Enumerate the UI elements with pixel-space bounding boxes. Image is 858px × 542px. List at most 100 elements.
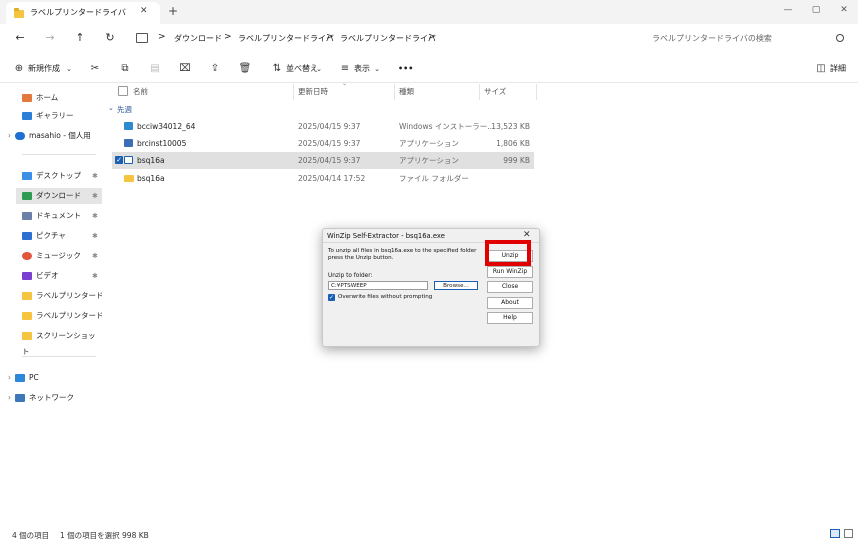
divider (22, 356, 96, 357)
file-row[interactable]: brcinst10005 2025/04/15 9:37 アプリケーション 1,… (112, 135, 534, 152)
tab-label-printer-driver[interactable]: ラベルプリンタードライバ ✕ (6, 2, 160, 24)
sidebar-item-pc[interactable]: › PC (8, 370, 104, 386)
breadcrumb-folder1[interactable]: ラベルプリンタードライバ (238, 33, 334, 44)
tab-close-icon[interactable]: ✕ (140, 6, 148, 16)
group-header-last-week[interactable]: 先週 (117, 104, 132, 115)
sidebar-item-network[interactable]: › ネットワーク (8, 390, 104, 406)
folder-icon (14, 8, 24, 18)
unzip-highlight-box (485, 240, 531, 266)
sidebar-item-home[interactable]: ホーム (22, 90, 100, 106)
view-button[interactable]: 表示 (354, 62, 370, 76)
selection-info: 1 個の項目を選択 998 KB (60, 531, 149, 540)
home-icon (22, 94, 32, 102)
monitor-icon (136, 33, 148, 43)
column-header-size[interactable]: サイズ (484, 86, 506, 98)
pin-icon: ✱ (92, 212, 98, 220)
new-button[interactable]: 新規作成 (28, 62, 60, 76)
music-icon (22, 252, 32, 260)
pictures-icon (22, 232, 32, 240)
sidebar-item-gallery[interactable]: ギャラリー (22, 108, 100, 124)
chevron-down-icon: ⌄ (108, 104, 114, 112)
file-size: 1,806 KB (496, 139, 530, 148)
file-type: ファイル フォルダー (399, 174, 469, 183)
sidebar-item-music[interactable]: ミュージック ✱ (22, 248, 100, 264)
column-header-type[interactable]: 種類 (399, 86, 414, 98)
file-type: アプリケーション (399, 156, 459, 165)
dialog-close-icon[interactable]: ✕ (523, 230, 531, 240)
more-options-button[interactable]: ••• (398, 62, 413, 76)
sidebar-item-downloads[interactable]: ダウンロード ✱ (16, 188, 102, 204)
sidebar-item-pictures[interactable]: ピクチャ ✱ (22, 228, 100, 244)
chevron-down-icon: ⌄ (374, 65, 380, 73)
file-modified: 2025/04/15 9:37 (298, 139, 361, 148)
breadcrumb-folder2[interactable]: ラベルプリンタードライバ (340, 33, 436, 44)
address-bar[interactable]: > ダウンロード > ラベルプリンタードライバ > ラベルプリンタードライバ > (128, 29, 638, 47)
details-button[interactable]: 詳細 (830, 62, 846, 76)
copy-icon[interactable]: ⧉ (118, 62, 132, 76)
maximize-button[interactable]: ▢ (804, 3, 828, 17)
browse-button[interactable]: Browse... (434, 281, 478, 290)
minimize-button[interactable]: — (776, 3, 800, 17)
new-tab-button[interactable]: + (168, 4, 178, 18)
chevron-right-icon: › (8, 373, 11, 382)
sort-arrow-icon: ⌄ (342, 80, 348, 87)
back-button[interactable]: ← (12, 30, 28, 46)
column-divider (293, 84, 294, 100)
sort-icon: ⇅ (272, 63, 282, 74)
close-button[interactable]: Close (487, 281, 533, 293)
sidebar-item-desktop[interactable]: デスクトップ ✱ (22, 168, 100, 184)
breadcrumb-downloads[interactable]: ダウンロード (174, 33, 222, 44)
folder-icon (22, 332, 32, 340)
column-header-name[interactable]: 名前 (133, 86, 148, 98)
sidebar-item-videos[interactable]: ビデオ ✱ (22, 268, 100, 284)
up-button[interactable]: ↑ (72, 30, 88, 46)
download-icon (22, 192, 32, 200)
delete-icon[interactable]: 🗑 (238, 62, 252, 76)
breadcrumb-sep-icon: > (158, 32, 166, 42)
help-button[interactable]: Help (487, 312, 533, 324)
cut-icon[interactable]: ✂ (88, 62, 102, 76)
file-type: Windows インストーラー... (399, 122, 495, 131)
paste-icon[interactable]: ▤ (148, 62, 162, 76)
sidebar-item-documents[interactable]: ドキュメント ✱ (22, 208, 100, 224)
sidebar-item-folder1[interactable]: ラベルプリンタードラ✱ (22, 288, 102, 304)
file-modified: 2025/04/14 17:52 (298, 174, 366, 183)
file-name: bcciw34012_64 (137, 122, 196, 131)
run-winzip-button[interactable]: Run WinZip (487, 266, 533, 278)
file-row-selected[interactable]: ✓ bsq16a 2025/04/15 9:37 アプリケーション 999 KB (112, 152, 534, 169)
pin-icon: ✱ (92, 172, 98, 180)
column-header-modified[interactable]: 更新日時 (298, 86, 328, 98)
folder-icon (124, 175, 134, 182)
file-row[interactable]: bcciw34012_64 2025/04/15 9:37 Windows イン… (112, 118, 534, 135)
search-box[interactable]: ラベルプリンタードライバの検索 (644, 29, 852, 47)
about-button[interactable]: About (487, 297, 533, 309)
cloud-icon (15, 132, 25, 140)
tiles-view-icon[interactable] (844, 529, 853, 538)
file-modified: 2025/04/15 9:37 (298, 122, 361, 131)
column-divider (479, 84, 480, 100)
details-pane-icon: ◫ (816, 63, 826, 74)
select-all-checkbox[interactable] (118, 86, 128, 96)
file-row[interactable]: bsq16a 2025/04/14 17:52 ファイル フォルダー (112, 170, 534, 187)
overwrite-checkbox[interactable]: ✓ (328, 294, 335, 301)
sidebar-item-screenshots[interactable]: スクリーンショット (22, 328, 102, 356)
forward-button[interactable]: → (42, 30, 58, 46)
rename-icon[interactable]: ⌧ (178, 62, 192, 76)
window-close-button[interactable]: ✕ (832, 3, 856, 17)
details-view-icon[interactable] (830, 529, 840, 538)
column-divider (394, 84, 395, 100)
file-size: 13,523 KB (491, 122, 530, 131)
breadcrumb-sep-icon: > (428, 32, 436, 42)
refresh-button[interactable]: ↻ (102, 30, 118, 46)
sidebar-item-onedrive[interactable]: › masahio - 個人用 (8, 128, 104, 144)
file-name: brcinst10005 (137, 139, 187, 148)
pin-icon: ✱ (92, 232, 98, 240)
sidebar-item-folder2[interactable]: ラベルプリンタードライバ (22, 308, 102, 324)
video-icon (22, 272, 32, 280)
row-checkbox[interactable]: ✓ (115, 156, 123, 164)
share-icon[interactable]: ⇪ (208, 62, 222, 76)
pin-icon: ✱ (92, 272, 98, 280)
unzip-folder-input[interactable]: C:¥PTSWEEP (328, 281, 428, 290)
search-placeholder: ラベルプリンタードライバの検索 (652, 34, 772, 43)
network-icon (15, 394, 25, 402)
